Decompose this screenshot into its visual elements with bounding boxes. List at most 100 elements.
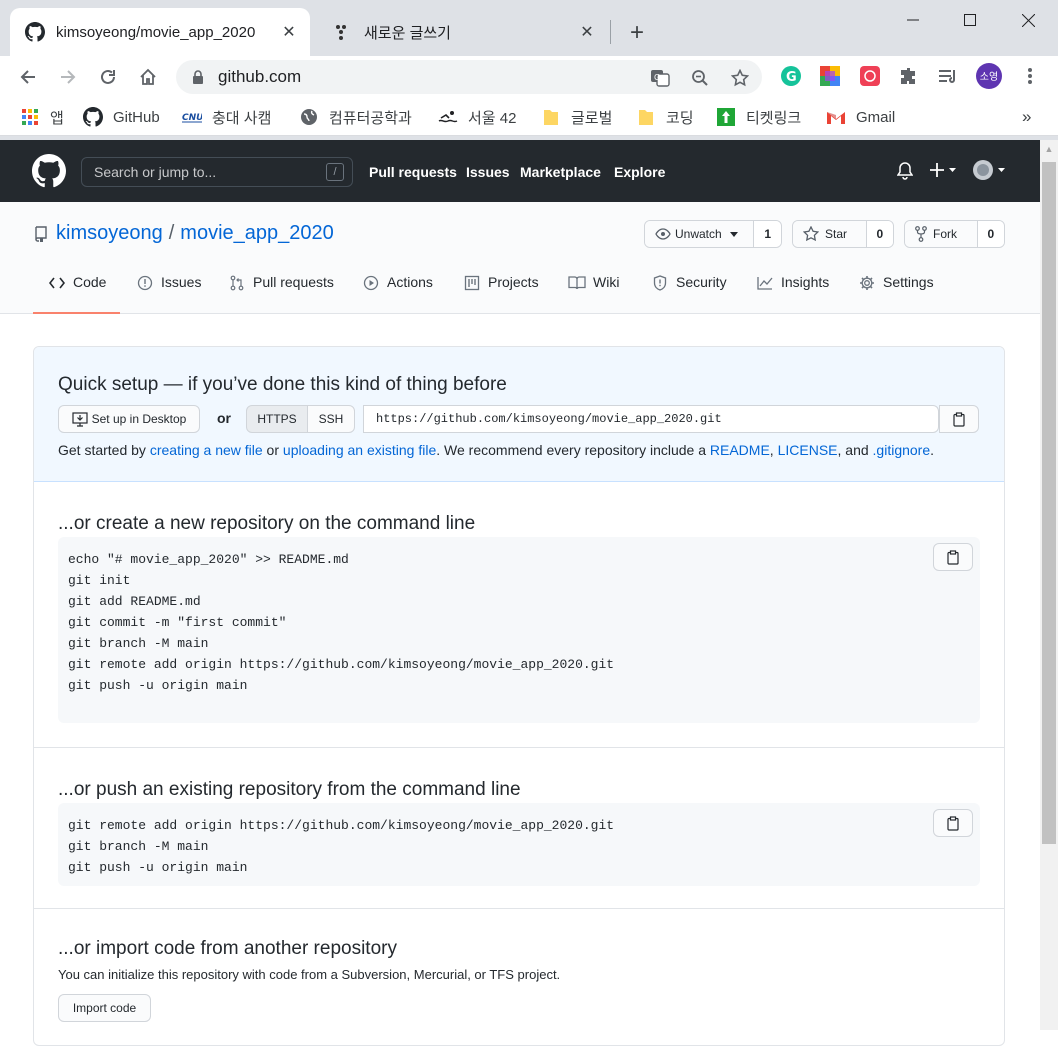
tab-issues[interactable]: Issues bbox=[136, 274, 201, 314]
tab-title: 새로운 글쓰기 bbox=[364, 24, 451, 42]
nav-marketplace[interactable]: Marketplace bbox=[520, 164, 601, 180]
minimize-icon[interactable] bbox=[898, 6, 928, 34]
repo-name-link[interactable]: movie_app_2020 bbox=[180, 222, 333, 245]
tab-actions[interactable]: Actions bbox=[362, 274, 433, 314]
fork-button[interactable]: Fork 0 bbox=[904, 220, 1005, 248]
nav-issues[interactable]: Issues bbox=[466, 164, 510, 180]
bookmark-coding[interactable]: 코딩 bbox=[636, 106, 694, 128]
readme-link[interactable]: README bbox=[710, 442, 770, 458]
forward-icon[interactable] bbox=[53, 62, 83, 92]
star-count[interactable]: 0 bbox=[865, 221, 893, 247]
tab-code[interactable]: Code bbox=[33, 274, 120, 314]
close-icon[interactable]: ✕ bbox=[278, 21, 300, 43]
github-search-input[interactable]: Search or jump to... / bbox=[81, 157, 353, 187]
bookmark-apps[interactable]: 앱 bbox=[20, 106, 64, 128]
grammarly-icon[interactable]: G bbox=[778, 63, 804, 89]
tab-label: Insights bbox=[781, 274, 830, 290]
create-new-icon[interactable] bbox=[930, 162, 958, 178]
help-text: . bbox=[930, 442, 935, 458]
bookmark-label: 코딩 bbox=[666, 109, 694, 127]
create-file-link[interactable]: creating a new file bbox=[150, 442, 263, 458]
dots-icon bbox=[332, 21, 354, 43]
tab-wiki[interactable]: Wiki bbox=[568, 274, 619, 314]
https-button[interactable]: HTTPS bbox=[246, 405, 308, 433]
tab-projects[interactable]: Projects bbox=[463, 274, 539, 314]
color-picker-icon[interactable] bbox=[817, 63, 843, 89]
nav-explore[interactable]: Explore bbox=[614, 164, 665, 180]
repo-owner-link[interactable]: kimsoyeong bbox=[56, 222, 163, 245]
setup-desktop-button[interactable]: Set up in Desktop bbox=[58, 405, 200, 433]
ssh-button[interactable]: SSH bbox=[307, 405, 355, 433]
scroll-up-icon[interactable]: ▲ bbox=[1040, 140, 1058, 158]
star-bookmark-icon[interactable] bbox=[726, 66, 754, 90]
upload-file-link[interactable]: uploading an existing file bbox=[283, 442, 436, 458]
bookmark-cse[interactable]: 컴퓨터공학과 bbox=[299, 106, 412, 128]
fork-count[interactable]: 0 bbox=[976, 221, 1004, 247]
browser-tab-active[interactable]: kimsoyeong/movie_app_2020 ✕ bbox=[10, 8, 310, 56]
watch-count[interactable]: 1 bbox=[753, 221, 781, 247]
bookmark-label: 티켓링크 bbox=[746, 109, 802, 127]
bookmark-global[interactable]: 글로벌 bbox=[541, 106, 612, 128]
star-label: Star bbox=[825, 227, 848, 241]
bookmark-cnu[interactable]: CNU 충대 사캠 bbox=[182, 106, 271, 128]
user-avatar-icon[interactable] bbox=[972, 159, 1006, 181]
more-menu-icon[interactable] bbox=[1017, 63, 1043, 89]
license-link[interactable]: LICENSE bbox=[778, 442, 838, 458]
https-label: HTTPS bbox=[257, 412, 297, 426]
tab-pull-requests[interactable]: Pull requests bbox=[228, 274, 334, 314]
copy-code-button[interactable] bbox=[933, 543, 973, 571]
scrollbar-thumb[interactable] bbox=[1042, 162, 1056, 844]
bookmark-gmail[interactable]: Gmail bbox=[826, 106, 895, 128]
github-logo-icon[interactable] bbox=[32, 154, 66, 188]
bookmark-seoul42[interactable]: 서울 42 bbox=[438, 106, 516, 128]
star-button[interactable]: Star 0 bbox=[792, 220, 894, 248]
bookmarks-more-button[interactable]: » bbox=[1022, 106, 1031, 128]
quick-setup-title: Quick setup — if you’ve done this kind o… bbox=[58, 374, 507, 395]
new-tab-button[interactable]: + bbox=[624, 19, 650, 46]
timer-extension-icon[interactable] bbox=[857, 63, 883, 89]
zoom-icon[interactable] bbox=[686, 66, 714, 90]
bookmark-ticketlink[interactable]: 티켓링크 bbox=[716, 106, 801, 128]
help-text: , bbox=[769, 442, 778, 458]
address-bar[interactable]: github.com G bbox=[176, 60, 762, 94]
watch-button[interactable]: Unwatch 1 bbox=[644, 220, 782, 248]
nav-pull-requests[interactable]: Pull requests bbox=[369, 164, 457, 180]
clipboard-icon bbox=[947, 549, 959, 565]
star-icon bbox=[803, 226, 819, 242]
repo-header: kimsoyeong / movie_app_2020 Unwatch 1 St… bbox=[0, 202, 1040, 314]
clone-url-input[interactable]: https://github.com/kimsoyeong/movie_app_… bbox=[363, 405, 939, 433]
tab-insights[interactable]: Insights bbox=[756, 274, 829, 314]
help-text: , and bbox=[837, 442, 873, 458]
tab-label: Security bbox=[676, 274, 727, 290]
gmail-icon bbox=[826, 107, 846, 127]
bookmark-github[interactable]: GitHub bbox=[83, 106, 160, 128]
tab-settings[interactable]: Settings bbox=[858, 274, 934, 314]
avatar[interactable]: 소영 bbox=[976, 63, 1002, 89]
eye-icon bbox=[655, 228, 671, 240]
translate-icon[interactable]: G bbox=[646, 66, 674, 90]
clipboard-icon bbox=[953, 411, 965, 427]
reading-list-icon[interactable] bbox=[935, 63, 961, 89]
close-icon[interactable]: ✕ bbox=[576, 21, 598, 43]
lock-icon bbox=[192, 70, 208, 84]
new-repo-title: ...or create a new repository on the com… bbox=[58, 513, 476, 534]
maximize-icon[interactable] bbox=[955, 6, 985, 34]
tab-security[interactable]: Security bbox=[651, 274, 727, 314]
page-scrollbar[interactable]: ▲ bbox=[1040, 140, 1058, 1030]
play-icon bbox=[362, 274, 380, 292]
copy-code-button[interactable] bbox=[933, 809, 973, 837]
pull-request-icon bbox=[228, 274, 246, 292]
copy-url-button[interactable] bbox=[939, 405, 979, 433]
quick-setup-panel: Quick setup — if you’ve done this kind o… bbox=[34, 347, 1004, 482]
issue-icon bbox=[136, 274, 154, 292]
window-close-icon[interactable] bbox=[1013, 6, 1043, 34]
reload-icon[interactable] bbox=[93, 62, 123, 92]
browser-tab[interactable]: 새로운 글쓰기 ✕ bbox=[318, 8, 608, 56]
gitignore-link[interactable]: .gitignore bbox=[873, 442, 931, 458]
tab-label: Projects bbox=[488, 274, 539, 290]
home-icon[interactable] bbox=[133, 62, 163, 92]
bell-icon[interactable] bbox=[897, 162, 913, 180]
import-code-button[interactable]: Import code bbox=[58, 994, 151, 1022]
back-icon[interactable] bbox=[13, 62, 43, 92]
extensions-icon[interactable] bbox=[896, 63, 922, 89]
